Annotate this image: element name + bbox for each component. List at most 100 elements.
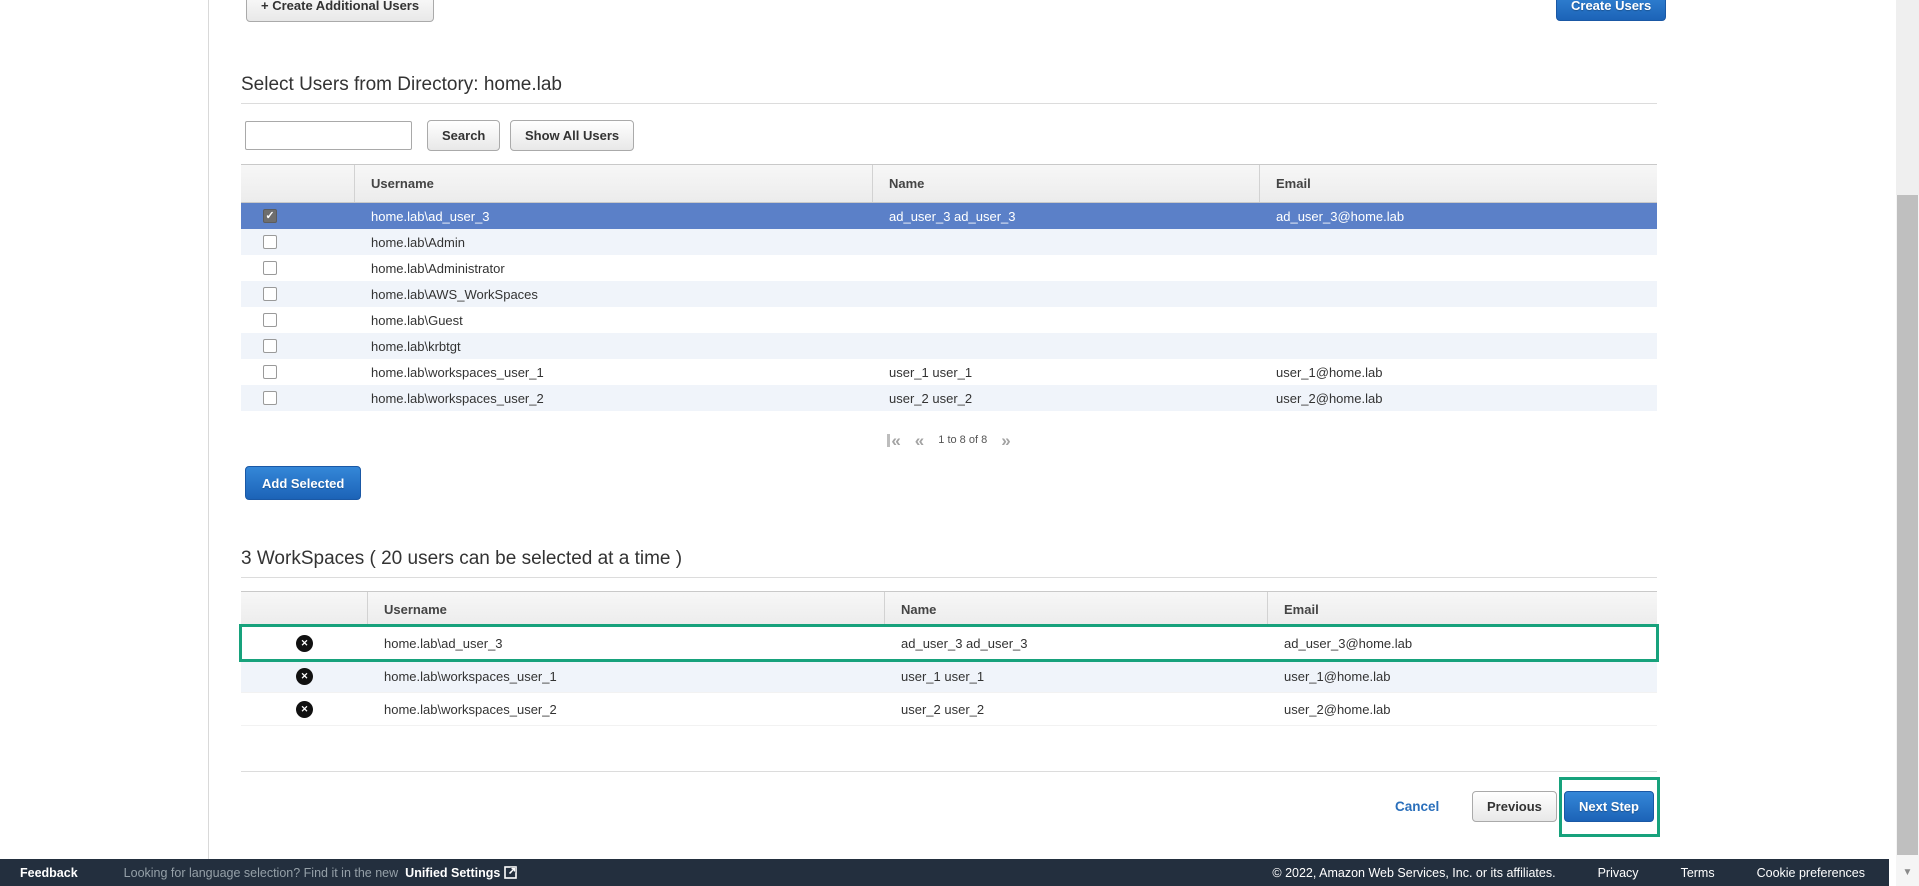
unified-settings-link[interactable]: Unified Settings: [405, 865, 518, 880]
row-username: home.lab\ad_user_3: [371, 208, 490, 224]
row-username: home.lab\AWS_WorkSpaces: [371, 286, 538, 302]
row-email: [1260, 281, 1657, 307]
create-additional-users-button[interactable]: + Create Additional Users: [246, 0, 435, 22]
row-name: ad_user_3 ad_user_3: [901, 635, 1028, 651]
add-selected-button[interactable]: Add Selected: [245, 466, 362, 500]
row-email: [1260, 255, 1657, 281]
directory-users-table: Username Name Email home.lab\ad_user_3 a…: [241, 164, 1657, 411]
remove-user-icon[interactable]: [296, 667, 313, 685]
directory-table-header: Username Name Email: [241, 165, 1657, 203]
heading-divider: [241, 577, 1657, 578]
row-checkbox[interactable]: [263, 339, 277, 353]
row-checkbox[interactable]: [263, 287, 277, 301]
language-selection-hint: Looking for language selection? Find it …: [123, 865, 399, 880]
terms-link[interactable]: Terms: [1681, 866, 1715, 880]
previous-button[interactable]: Previous: [1472, 791, 1557, 822]
table-row[interactable]: home.lab\ad_user_3 ad_user_3 ad_user_3 a…: [239, 624, 1659, 662]
row-checkbox[interactable]: [263, 235, 277, 249]
row-username: home.lab\workspaces_user_1: [371, 364, 544, 380]
remove-user-icon[interactable]: [296, 700, 313, 718]
row-username: home.lab\Administrator: [371, 260, 505, 276]
row-email: ad_user_3@home.lab: [1284, 635, 1413, 651]
row-username: home.lab\ad_user_3: [384, 635, 503, 651]
search-button[interactable]: Search: [427, 120, 501, 151]
copyright-text: © 2022, Amazon Web Services, Inc. or its…: [1272, 865, 1556, 880]
pagination-range: 1 to 8 of 8: [938, 434, 988, 446]
first-page-icon[interactable]: «: [887, 432, 900, 449]
table-row[interactable]: home.lab\Guest: [241, 307, 1657, 333]
table-row[interactable]: home.lab\workspaces_user_2 user_2 user_2…: [241, 385, 1657, 411]
row-email: [1260, 307, 1657, 333]
row-name: user_2 user_2: [889, 390, 973, 406]
table-row[interactable]: home.lab\workspaces_user_2 user_2 user_2…: [241, 693, 1657, 726]
select-column-header: [241, 165, 355, 202]
external-link-icon: [504, 866, 518, 879]
username-column-header: Username: [355, 165, 873, 202]
selected-workspaces-table: Username Name Email home.lab\ad_user_3 a…: [239, 591, 1659, 726]
row-checkbox[interactable]: [263, 313, 277, 327]
row-email: user_2@home.lab: [1284, 701, 1391, 717]
table-row[interactable]: home.lab\workspaces_user_1 user_1 user_1…: [241, 660, 1657, 693]
actions-divider: [241, 771, 1657, 772]
directory-section-heading: Select Users from Directory: home.lab: [241, 74, 562, 95]
next-page-icon[interactable]: »: [1001, 432, 1010, 449]
workspaces-table-header: Username Name Email: [241, 592, 1657, 627]
next-step-button[interactable]: Next Step: [1564, 791, 1654, 822]
name-column-header: Name: [885, 592, 1268, 626]
create-users-button[interactable]: Create Users: [1556, 0, 1667, 21]
privacy-link[interactable]: Privacy: [1598, 866, 1639, 880]
table-row[interactable]: home.lab\AWS_WorkSpaces: [241, 281, 1657, 307]
create-workspaces-wizard-page: + Create Additional Users Create Users S…: [0, 0, 1919, 886]
scrollbar-track[interactable]: [1896, 0, 1919, 195]
previous-page-icon[interactable]: «: [915, 432, 924, 449]
row-name: user_2 user_2: [901, 701, 985, 717]
name-column-header: Name: [873, 165, 1260, 202]
email-column-header: Email: [1284, 601, 1319, 617]
row-name: [873, 307, 1260, 333]
remove-user-icon[interactable]: [296, 634, 313, 652]
row-checkbox[interactable]: [263, 261, 277, 275]
row-email: [1260, 333, 1657, 359]
scrollbar-thumb[interactable]: [1897, 195, 1918, 855]
row-name: [873, 255, 1260, 281]
scroll-down-arrow-icon[interactable]: ▼: [1896, 859, 1919, 886]
row-name: ad_user_3 ad_user_3: [889, 208, 1016, 224]
row-username: home.lab\Guest: [371, 312, 463, 328]
row-checkbox[interactable]: [263, 391, 277, 405]
row-email: ad_user_3@home.lab: [1276, 208, 1405, 224]
pagination: « « 1 to 8 of 8 »: [241, 429, 1657, 451]
wizard-actions: Cancel Previous Next Step: [241, 791, 1657, 823]
remove-column-header: [241, 592, 368, 626]
cookie-preferences-link[interactable]: Cookie preferences: [1757, 866, 1865, 880]
row-email: [1260, 229, 1657, 255]
row-name: [873, 281, 1260, 307]
row-name: user_1 user_1: [889, 364, 973, 380]
row-checkbox[interactable]: [263, 365, 277, 379]
feedback-link[interactable]: Feedback: [20, 866, 78, 880]
heading-divider: [241, 103, 1657, 104]
cancel-link[interactable]: Cancel: [1395, 799, 1439, 814]
unified-settings-label: Unified Settings: [405, 865, 501, 880]
table-row[interactable]: home.lab\Administrator: [241, 255, 1657, 281]
row-email: user_2@home.lab: [1276, 390, 1383, 406]
username-column-header: Username: [368, 592, 885, 626]
row-username: home.lab\Admin: [371, 234, 465, 250]
table-row[interactable]: home.lab\ad_user_3 ad_user_3 ad_user_3 a…: [241, 203, 1657, 229]
search-input[interactable]: [245, 121, 412, 150]
row-name: [873, 333, 1260, 359]
row-username: home.lab\krbtgt: [371, 338, 461, 354]
table-row[interactable]: home.lab\Admin: [241, 229, 1657, 255]
table-row[interactable]: home.lab\krbtgt: [241, 333, 1657, 359]
table-row[interactable]: home.lab\workspaces_user_1 user_1 user_1…: [241, 359, 1657, 385]
row-email: user_1@home.lab: [1284, 668, 1391, 684]
content-left-divider: [208, 0, 209, 859]
row-username: home.lab\workspaces_user_2: [371, 390, 544, 406]
row-email: user_1@home.lab: [1276, 364, 1383, 380]
show-all-users-button[interactable]: Show All Users: [510, 120, 635, 151]
row-checkbox[interactable]: [263, 209, 277, 223]
row-username: home.lab\workspaces_user_1: [384, 668, 557, 684]
row-name: [873, 229, 1260, 255]
workspaces-section-heading: 3 WorkSpaces ( 20 users can be selected …: [241, 548, 683, 569]
page-scrollbar[interactable]: ▼: [1896, 0, 1919, 886]
email-column-header: Email: [1276, 176, 1311, 191]
